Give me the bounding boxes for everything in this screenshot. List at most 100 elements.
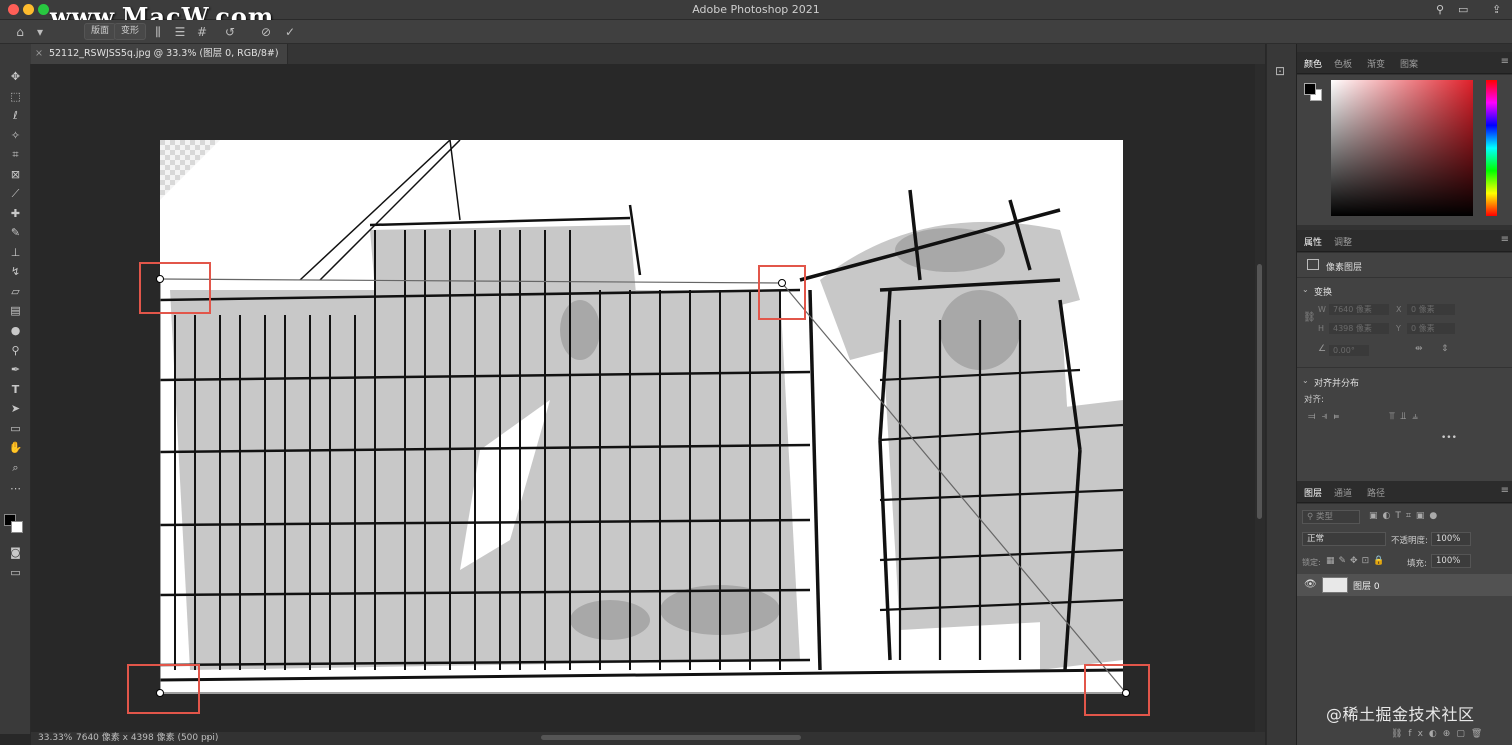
tab-gradients[interactable]: 渐变 bbox=[1367, 57, 1385, 70]
split-vertical-icon[interactable]: ⫼ bbox=[150, 24, 166, 40]
history-brush-tool-icon[interactable]: ↯ bbox=[6, 263, 25, 280]
frame-tool-icon[interactable]: ⊠ bbox=[6, 166, 25, 183]
fill-label: 填充: bbox=[1407, 559, 1427, 569]
search-icon[interactable]: ⚲ bbox=[1436, 3, 1444, 16]
magic-wand-tool-icon[interactable]: ✧ bbox=[6, 127, 25, 144]
layer-type-label: 像素图层 bbox=[1326, 263, 1363, 273]
tab-properties[interactable]: 属性 bbox=[1304, 235, 1322, 248]
marquee-tool-icon[interactable]: ⬚ bbox=[6, 88, 25, 105]
layer-filter-select[interactable]: ⚲ 类型 bbox=[1302, 510, 1360, 524]
callout-top-right bbox=[758, 265, 806, 320]
history-panel-icon[interactable]: ⊡ bbox=[1275, 64, 1285, 78]
split-cross-icon[interactable]: # bbox=[194, 24, 210, 40]
y-field[interactable]: 0 像素 bbox=[1407, 323, 1455, 334]
path-selection-tool-icon[interactable]: ➤ bbox=[6, 400, 25, 417]
pixel-layer-icon bbox=[1307, 259, 1319, 270]
more-options-icon[interactable]: ••• bbox=[1441, 433, 1457, 443]
layout-mode-button[interactable]: 版面 bbox=[84, 23, 117, 40]
tab-layers[interactable]: 图层 bbox=[1304, 486, 1322, 499]
fill-field[interactable]: 100% bbox=[1431, 554, 1471, 568]
chevron-down-icon[interactable]: ⌄ bbox=[1302, 376, 1309, 385]
commit-transform-icon[interactable]: ✓ bbox=[282, 24, 298, 40]
quick-mask-icon[interactable]: ◙ bbox=[6, 544, 25, 561]
document-tab-bar: × 52112_RSWJSS5q.jpg @ 33.3% (图层 0, RGB/8… bbox=[31, 44, 1265, 64]
align-section-title: 对齐并分布 bbox=[1314, 379, 1360, 389]
panel-foreground-swatch[interactable] bbox=[1304, 83, 1316, 95]
dodge-tool-icon[interactable]: ⚲ bbox=[6, 342, 25, 359]
tool-preset-icon[interactable]: ▾ bbox=[32, 24, 48, 40]
hand-tool-icon[interactable]: ✋ bbox=[6, 439, 25, 456]
brush-tool-icon[interactable]: ✎ bbox=[6, 224, 25, 241]
color-panel-menu-icon[interactable]: ≡ bbox=[1501, 56, 1509, 67]
link-icon[interactable]: ⛓ bbox=[1303, 312, 1316, 323]
x-field[interactable]: 0 像素 bbox=[1407, 304, 1455, 315]
tab-color[interactable]: 颜色 bbox=[1304, 57, 1322, 70]
lasso-tool-icon[interactable]: ℓ bbox=[6, 107, 25, 124]
cancel-transform-icon[interactable]: ⊘ bbox=[258, 24, 274, 40]
eye-icon[interactable]: 👁 bbox=[1304, 579, 1317, 590]
reset-icon[interactable]: ↺ bbox=[222, 24, 238, 40]
crop-tool-icon[interactable]: ⌗ bbox=[6, 146, 25, 163]
eraser-tool-icon[interactable]: ▱ bbox=[6, 283, 25, 300]
height-field[interactable]: 4398 像素 bbox=[1329, 323, 1389, 334]
document-image[interactable] bbox=[160, 140, 1123, 694]
lock-icons[interactable]: ▦✎✥⊡🔒 bbox=[1326, 556, 1388, 566]
vertical-scrollbar[interactable] bbox=[1255, 64, 1265, 732]
tab-channels[interactable]: 通道 bbox=[1334, 486, 1352, 499]
home-icon[interactable]: ⌂ bbox=[12, 24, 28, 40]
tab-swatches[interactable]: 色板 bbox=[1334, 57, 1352, 70]
status-menu-arrow[interactable]: › bbox=[206, 732, 210, 745]
blend-mode-select[interactable]: 正常 bbox=[1302, 532, 1386, 546]
clone-stamp-tool-icon[interactable]: ⊥ bbox=[6, 244, 25, 261]
document-dimensions: 7640 像素 x 4398 像素 (500 ppi) bbox=[76, 733, 219, 743]
properties-panel-body: 像素图层 ⌄ 变换 W 7640 像素 X 0 像素 ⛓ H 4398 像素 Y… bbox=[1297, 253, 1512, 481]
toolbar-header bbox=[0, 44, 31, 64]
gradient-tool-icon[interactable]: ▤ bbox=[6, 302, 25, 319]
tab-paths[interactable]: 路径 bbox=[1367, 486, 1385, 499]
healing-brush-tool-icon[interactable]: ✚ bbox=[6, 205, 25, 222]
more-tools-icon[interactable]: ⋯ bbox=[6, 480, 25, 497]
layer-filter-icons[interactable]: ▣◐T⌗▣● bbox=[1369, 511, 1442, 521]
zoom-level[interactable]: 33.33% bbox=[38, 732, 72, 745]
background-color-swatch[interactable] bbox=[11, 521, 23, 533]
blur-tool-icon[interactable]: ● bbox=[6, 322, 25, 339]
layers-panel-menu-icon[interactable]: ≡ bbox=[1501, 485, 1509, 496]
properties-panel-menu-icon[interactable]: ≡ bbox=[1501, 234, 1509, 245]
flip-vertical-icon[interactable]: ⇕ bbox=[1441, 344, 1449, 354]
move-tool-icon[interactable]: ✥ bbox=[6, 68, 25, 85]
vertical-scroll-thumb[interactable] bbox=[1257, 264, 1262, 519]
w-label: W bbox=[1318, 305, 1326, 314]
width-field[interactable]: 7640 像素 bbox=[1329, 304, 1389, 315]
align-label: 对齐: bbox=[1304, 395, 1324, 405]
layer-row[interactable]: 👁 图层 0 bbox=[1297, 574, 1512, 596]
chevron-down-icon[interactable]: ⌄ bbox=[1302, 285, 1309, 294]
close-tab-icon[interactable]: × bbox=[35, 48, 43, 59]
share-icon[interactable]: ⇪ bbox=[1492, 3, 1501, 16]
rectangle-tool-icon[interactable]: ▭ bbox=[6, 420, 25, 437]
pen-tool-icon[interactable]: ✒ bbox=[6, 361, 25, 378]
color-field[interactable] bbox=[1331, 80, 1473, 216]
document-tab-title: 52112_RSWJSS5q.jpg @ 33.3% (图层 0, RGB/8#… bbox=[48, 48, 279, 59]
split-horizontal-icon[interactable]: ☰ bbox=[172, 24, 188, 40]
screen-mode-icon[interactable]: ▭ bbox=[6, 564, 25, 581]
document-tab[interactable]: × 52112_RSWJSS5q.jpg @ 33.3% (图层 0, RGB/8… bbox=[31, 44, 288, 64]
align-horizontal-icons[interactable]: ⫤⫣⫢ bbox=[1308, 411, 1345, 422]
type-tool-icon[interactable]: T bbox=[6, 381, 25, 398]
hue-slider[interactable] bbox=[1486, 80, 1497, 216]
warp-mode-button[interactable]: 变形 bbox=[114, 23, 147, 40]
zoom-tool-icon[interactable]: ⌕ bbox=[6, 459, 25, 476]
horizontal-scroll-thumb[interactable] bbox=[541, 735, 801, 740]
angle-field[interactable]: 0.00° bbox=[1329, 345, 1369, 356]
tab-patterns[interactable]: 图案 bbox=[1400, 57, 1418, 70]
workspace-icon[interactable]: ▭ bbox=[1458, 3, 1468, 16]
eyedropper-tool-icon[interactable]: ⟋ bbox=[6, 185, 25, 202]
flip-horizontal-icon[interactable]: ⇹ bbox=[1415, 344, 1423, 354]
callout-bottom-left bbox=[127, 664, 200, 714]
align-vertical-icons[interactable]: ⫪⫫⫨ bbox=[1389, 411, 1424, 422]
tab-adjustments[interactable]: 调整 bbox=[1334, 235, 1352, 248]
layer-filter-label: 类型 bbox=[1315, 512, 1333, 522]
layer-action-icons[interactable]: ⛓fx◐⊕▢🗑 bbox=[1391, 729, 1488, 739]
h-label: H bbox=[1318, 324, 1325, 333]
opacity-field[interactable]: 100% bbox=[1431, 532, 1471, 546]
canvas-area[interactable] bbox=[31, 64, 1265, 734]
